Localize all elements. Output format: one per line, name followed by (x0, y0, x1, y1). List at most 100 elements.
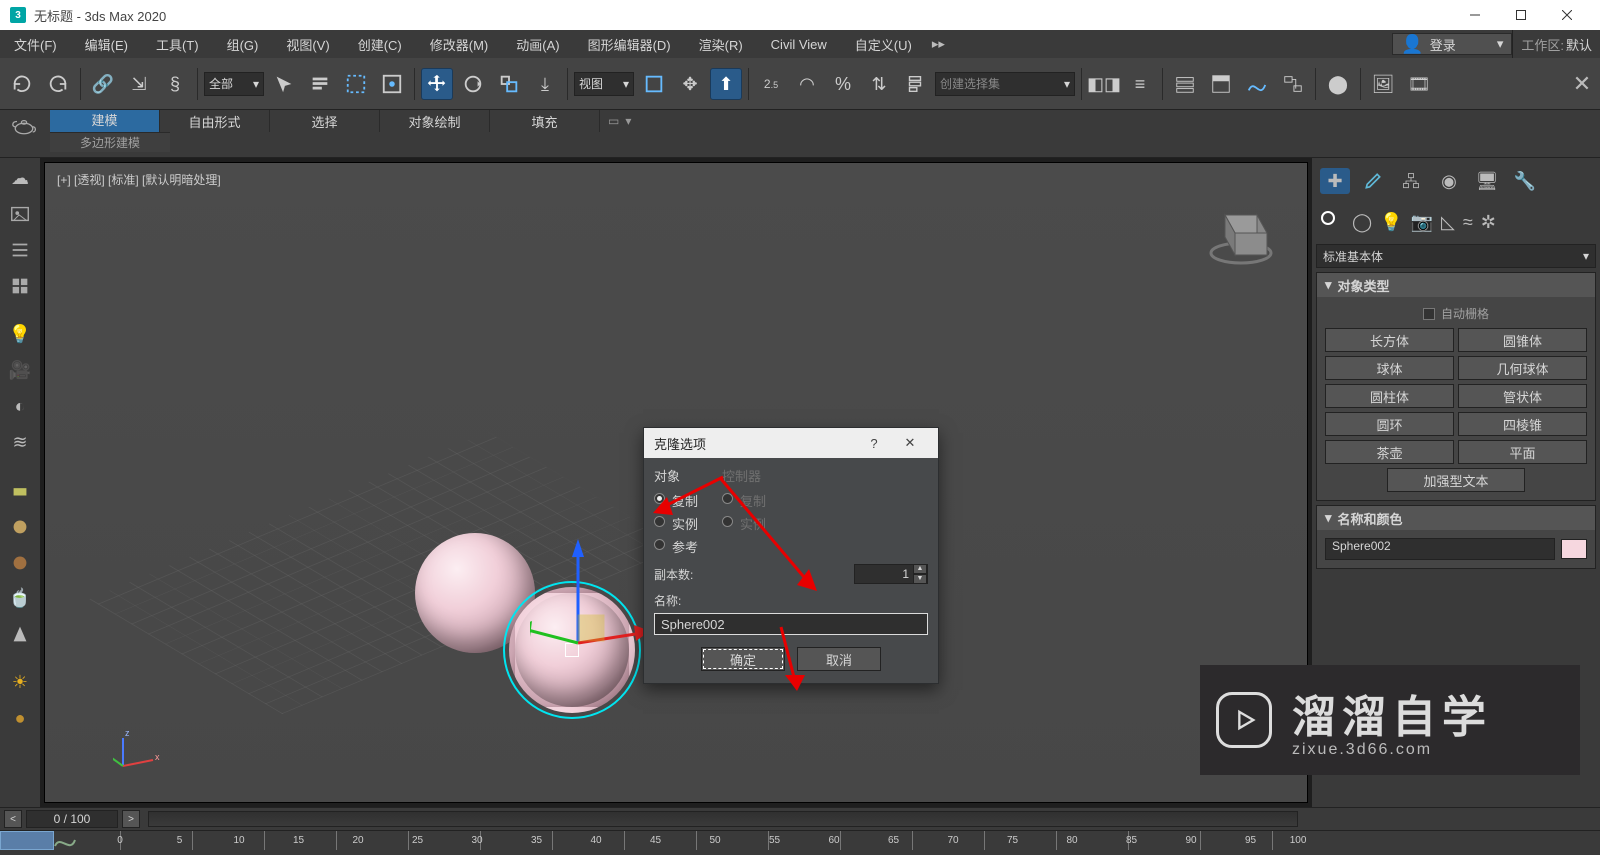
btn-plane[interactable]: 平面 (1458, 440, 1587, 464)
time-slider-thumb[interactable] (0, 831, 54, 850)
time-next-button[interactable]: > (122, 810, 140, 828)
pivot-center-button[interactable] (638, 68, 670, 100)
menu-file[interactable]: 文件(F) (0, 30, 71, 58)
close-toolbar-button[interactable]: ✕ (1570, 62, 1594, 106)
teapot-icon[interactable] (10, 114, 38, 136)
sun-icon[interactable]: ☀ (4, 666, 36, 698)
menu-tools[interactable]: 工具(T) (142, 30, 213, 58)
menu-overflow[interactable]: ▸▸ (926, 30, 951, 58)
frame-display[interactable]: 0 / 100 (26, 810, 118, 828)
snap-25-button[interactable]: 2.5 (755, 68, 787, 100)
time-ruler[interactable]: 0 5 10 15 20 25 30 35 40 45 50 55 60 65 … (0, 830, 1600, 850)
ribbon-tab-objectpaint[interactable]: 对象绘制 (380, 110, 490, 132)
select-rotate-button[interactable] (457, 68, 489, 100)
sphere-primitive-icon[interactable] (4, 510, 36, 542)
ribbon-tab-selection[interactable]: 选择 (270, 110, 380, 132)
cloud-icon[interactable]: ☁ (4, 162, 36, 194)
display-tab[interactable]: 🖥 (1472, 168, 1502, 194)
track-curve-icon[interactable] (54, 833, 78, 849)
redo-button[interactable] (42, 68, 74, 100)
menu-modifiers[interactable]: 修改器(M) (416, 30, 503, 58)
render-setup-button[interactable]: 🖼 (1367, 68, 1399, 100)
ribbon-tab-populate[interactable]: 填充 (490, 110, 600, 132)
box-primitive-icon[interactable] (4, 474, 36, 506)
btn-torus[interactable]: 圆环 (1325, 412, 1454, 436)
helpers-cat[interactable]: ◺ (1441, 213, 1455, 231)
menu-render[interactable]: 渲染(R) (685, 30, 757, 58)
menu-civilview[interactable]: Civil View (757, 30, 841, 58)
rect-select-button[interactable] (340, 68, 372, 100)
ok-button[interactable]: 确定 (701, 647, 785, 671)
spacewarps-cat[interactable]: ≈ (1463, 213, 1473, 231)
cone-icon[interactable] (4, 618, 36, 650)
lights-cat[interactable]: 💡 (1380, 213, 1402, 231)
btn-geosphere[interactable]: 几何球体 (1458, 356, 1587, 380)
select-place-button[interactable]: ⤓ (529, 68, 561, 100)
move-gizmo[interactable] (530, 533, 650, 673)
autogrid-checkbox[interactable]: 自动栅格 (1325, 305, 1587, 322)
ref-coord-dropdown[interactable]: 视图▾ (574, 72, 634, 96)
workspace-picker[interactable]: 工作区: 默认 (1512, 30, 1600, 58)
ribbon-tab-modeling[interactable]: 建模 (50, 110, 160, 132)
selection-filter-dropdown[interactable]: 全部▾ (204, 72, 264, 96)
btn-teapot[interactable]: 茶壶 (1325, 440, 1454, 464)
ribbon-tab-freeform[interactable]: 自由形式 (160, 110, 270, 132)
spinner-snap-button[interactable]: ⇅ (863, 68, 895, 100)
light-icon[interactable]: 💡 (4, 318, 36, 350)
selection-lock-button[interactable]: ✥ (674, 68, 706, 100)
btn-cone[interactable]: 圆锥体 (1458, 328, 1587, 352)
cancel-button[interactable]: 取消 (797, 647, 881, 671)
radio-copy[interactable]: 复制 (654, 489, 698, 512)
dialog-help-button[interactable]: ? (856, 436, 892, 451)
minimize-button[interactable] (1452, 0, 1498, 30)
picture-icon[interactable] (4, 198, 36, 230)
create-tab[interactable]: ✚ (1320, 168, 1350, 194)
btn-tube[interactable]: 管状体 (1458, 384, 1587, 408)
time-slider-track[interactable] (148, 811, 1298, 827)
menu-group[interactable]: 组(G) (213, 30, 273, 58)
close-window-button[interactable] (1544, 0, 1590, 30)
spacewarp-icon[interactable]: ≋ (4, 426, 36, 458)
geosphere-icon[interactable] (4, 546, 36, 578)
btn-box[interactable]: 长方体 (1325, 328, 1454, 352)
bind-space-warp-button[interactable]: § (159, 68, 191, 100)
link-button[interactable]: 🔗 (87, 68, 119, 100)
teapot-primitive-icon[interactable]: 🍵 (4, 582, 36, 614)
list-icon[interactable] (4, 234, 36, 266)
named-selection-set-dropdown[interactable]: 创建选择集▾ (935, 72, 1075, 96)
edit-named-sel-button[interactable] (899, 68, 931, 100)
menu-animation[interactable]: 动画(A) (502, 30, 573, 58)
helper-icon[interactable]: ◐ (4, 390, 36, 422)
camera-create-icon[interactable]: 🎥 (4, 354, 36, 386)
select-object-button[interactable] (268, 68, 300, 100)
select-scale-button[interactable] (493, 68, 525, 100)
snap-percent-button[interactable]: % (827, 68, 859, 100)
utilities-tab[interactable]: 🔧 (1510, 168, 1540, 194)
menu-edit[interactable]: 编辑(E) (71, 30, 142, 58)
motion-tab[interactable]: ◉ (1434, 168, 1464, 194)
moon-icon[interactable]: ● (4, 702, 36, 734)
perspective-viewport[interactable]: [+] [透视] [标准] [默认明暗处理] (45, 163, 1307, 802)
radio-reference[interactable]: 参考 (654, 535, 698, 558)
shapes-cat[interactable]: ◯ (1352, 213, 1372, 231)
menu-create[interactable]: 创建(C) (344, 30, 416, 58)
btn-sphere[interactable]: 球体 (1325, 356, 1454, 380)
login-button[interactable]: 👤 登录 ▾ (1392, 33, 1512, 55)
snap-angle-button[interactable]: ◠ (791, 68, 823, 100)
mirror-button[interactable]: ◧◨ (1088, 68, 1120, 100)
viewport-label[interactable]: [+] [透视] [标准] [默认明暗处理] (57, 171, 221, 188)
object-color-swatch[interactable] (1561, 539, 1587, 559)
object-type-header[interactable]: ▾ 对象类型 (1317, 273, 1595, 297)
radio-instance[interactable]: 实例 (654, 512, 698, 535)
render-frame-button[interactable]: 🎞 (1403, 68, 1435, 100)
modify-tab[interactable] (1358, 168, 1388, 194)
object-name-field[interactable]: Sphere002 (1325, 538, 1555, 560)
menu-view[interactable]: 视图(V) (272, 30, 343, 58)
schematic-view-button[interactable] (1277, 68, 1309, 100)
unlink-button[interactable]: ⇲ (123, 68, 155, 100)
num-copies-spinner[interactable]: 1 ▲▼ (854, 564, 928, 584)
systems-cat[interactable]: ✲ (1481, 213, 1496, 231)
hierarchy-tab[interactable] (1396, 168, 1426, 194)
material-editor-button[interactable]: ⬤ (1322, 68, 1354, 100)
ribbon-minimize-controls[interactable]: ▭▾ (600, 110, 639, 132)
